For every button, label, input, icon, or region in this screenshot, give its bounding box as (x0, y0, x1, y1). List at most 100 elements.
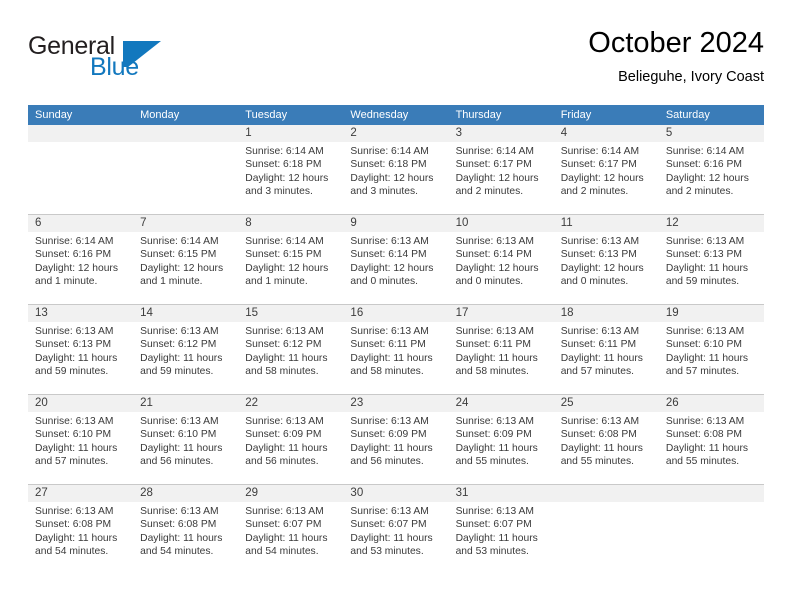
sunset-text: Sunset: 6:10 PM (140, 429, 217, 441)
daylight-text: Daylight: 11 hours (140, 352, 223, 364)
day-number: 28 (140, 487, 153, 499)
daylight-text: Daylight: 11 hours (35, 352, 118, 364)
day-cell-19[interactable]: 19 Sunrise: 6:13 AM Sunset: 6:10 PM Dayligh… (658, 305, 764, 394)
day-cell-7[interactable]: 7 Sunrise: 6:14 AM Sunset: 6:15 PM Daylight… (133, 215, 239, 304)
weekday-header-saturday: Saturday (665, 109, 710, 121)
day-detail-lines: Sunrise: 6:13 AM Sunset: 6:10 PM Daylight:… (28, 412, 133, 469)
day-cell-16[interactable]: 16 Sunrise: 6:13 AM Sunset: 6:11 PM Dayligh… (343, 305, 449, 394)
day-cell-1[interactable]: 1 Sunrise: 6:14 AM Sunset: 6:18 PM Daylight… (238, 125, 344, 214)
brand-logo[interactable]: General Blue (28, 32, 228, 90)
weekday-header-row: Sunday Monday Tuesday Wednesday Thursday Frid… (28, 105, 764, 125)
day-cell-23[interactable]: 23 Sunrise: 6:13 AM Sunset: 6:09 PM Dayligh… (343, 395, 449, 484)
day-number-band: 3 (448, 125, 554, 142)
day-cell-31[interactable]: 31 Sunrise: 6:13 AM Sunset: 6:07 PM Dayligh… (448, 485, 554, 575)
day-detail-lines (554, 502, 659, 505)
day-number: 30 (350, 487, 364, 499)
sunset-text: Sunset: 6:08 PM (140, 519, 217, 531)
sunset-text: Sunset: 6:16 PM (665, 159, 742, 171)
daylight-text: Daylight: 11 hours (350, 442, 433, 454)
day-detail-lines: Sunrise: 6:13 AM Sunset: 6:13 PM Daylight:… (554, 232, 659, 289)
daylight-text: Daylight: 11 hours (455, 442, 538, 454)
sunset-text: Sunset: 6:09 PM (350, 429, 427, 441)
day-cell-28[interactable]: 28 Sunrise: 6:13 AM Sunset: 6:08 PM Dayligh… (133, 485, 239, 575)
day-cell-22[interactable]: 22 Sunrise: 6:13 AM Sunset: 6:09 PM Dayligh… (238, 395, 344, 484)
day-detail-lines: Sunrise: 6:13 AM Sunset: 6:13 PM Daylight:… (659, 232, 764, 289)
day-cell-11[interactable]: 11 Sunrise: 6:13 AM Sunset: 6:13 PM Dayligh… (553, 215, 659, 304)
day-detail-lines: Sunrise: 6:14 AM Sunset: 6:18 PM Daylight:… (343, 142, 448, 199)
sunrise-text: Sunrise: 6:13 AM (350, 326, 429, 337)
day-detail-lines: Sunrise: 6:13 AM Sunset: 6:07 PM Daylight:… (343, 502, 448, 559)
day-cell-9[interactable]: 9 Sunrise: 6:13 AM Sunset: 6:14 PM Daylight… (343, 215, 449, 304)
day-number: 12 (665, 217, 679, 229)
day-cell-6[interactable]: 6 Sunrise: 6:14 AM Sunset: 6:16 PM Daylight… (28, 215, 134, 304)
day-cell-14[interactable]: 14 Sunrise: 6:13 AM Sunset: 6:12 PM Dayligh… (133, 305, 239, 394)
daylight-text: and 57 minutes. (35, 456, 109, 468)
sunrise-text: Sunrise: 6:13 AM (35, 416, 114, 427)
day-cell-30[interactable]: 30 Sunrise: 6:13 AM Sunset: 6:07 PM Dayligh… (343, 485, 449, 575)
daylight-text: and 54 minutes. (245, 546, 319, 558)
daylight-text: Daylight: 12 hours (245, 172, 329, 184)
day-number-band: 28 (133, 485, 239, 502)
day-number-band: 22 (238, 395, 344, 412)
sunrise-text: Sunrise: 6:13 AM (350, 506, 429, 517)
sunrise-text: Sunrise: 6:13 AM (245, 326, 324, 337)
day-cell-8[interactable]: 8 Sunrise: 6:14 AM Sunset: 6:15 PM Daylight… (238, 215, 344, 304)
day-number: 18 (560, 307, 574, 319)
day-cell-13[interactable]: 13 Sunrise: 6:13 AM Sunset: 6:13 PM Dayligh… (28, 305, 134, 394)
sunrise-text: Sunrise: 6:13 AM (140, 326, 219, 337)
sunset-text: Sunset: 6:07 PM (245, 519, 322, 531)
day-number-band: 7 (133, 215, 239, 232)
daylight-text: Daylight: 12 hours (455, 262, 539, 274)
day-cell-27[interactable]: 27 Sunrise: 6:13 AM Sunset: 6:08 PM Dayligh… (28, 485, 134, 575)
day-cell-18[interactable]: 18 Sunrise: 6:13 AM Sunset: 6:11 PM Dayligh… (553, 305, 659, 394)
day-cell-17[interactable]: 17 Sunrise: 6:13 AM Sunset: 6:11 PM Dayligh… (448, 305, 554, 394)
weekday-header-wednesday: Wednesday (350, 109, 409, 121)
day-number-band: 17 (448, 305, 554, 322)
sunset-text: Sunset: 6:17 PM (560, 159, 637, 171)
daylight-text: Daylight: 11 hours (665, 262, 749, 274)
sunset-text: Sunset: 6:13 PM (560, 249, 637, 261)
day-detail-lines: Sunrise: 6:13 AM Sunset: 6:11 PM Daylight:… (343, 322, 448, 379)
day-cell-24[interactable]: 24 Sunrise: 6:13 AM Sunset: 6:09 PM Dayligh… (448, 395, 554, 484)
day-number: 8 (245, 217, 252, 229)
day-cell-15[interactable]: 15 Sunrise: 6:13 AM Sunset: 6:12 PM Dayligh… (238, 305, 344, 394)
sunrise-text: Sunrise: 6:13 AM (140, 416, 219, 427)
day-cell-21[interactable]: 21 Sunrise: 6:13 AM Sunset: 6:10 PM Dayligh… (133, 395, 239, 484)
daylight-text: Daylight: 11 hours (665, 442, 749, 454)
day-number: 10 (455, 217, 469, 229)
day-number-band: 27 (28, 485, 134, 502)
day-number-band: 30 (343, 485, 449, 502)
day-detail-lines: Sunrise: 6:14 AM Sunset: 6:15 PM Daylight:… (238, 232, 343, 289)
day-cell-4[interactable]: 4 Sunrise: 6:14 AM Sunset: 6:17 PM Daylight… (553, 125, 659, 214)
sunrise-text: Sunrise: 6:13 AM (665, 326, 745, 337)
day-number-band: 18 (553, 305, 659, 322)
day-cell-29[interactable]: 29 Sunrise: 6:13 AM Sunset: 6:07 PM Dayligh… (238, 485, 344, 575)
daylight-text: and 1 minute. (245, 276, 308, 288)
daylight-text: and 58 minutes. (350, 366, 424, 378)
day-cell-5[interactable]: 5 Sunrise: 6:14 AM Sunset: 6:16 PM Daylight… (658, 125, 764, 214)
day-cell-20[interactable]: 20 Sunrise: 6:13 AM Sunset: 6:10 PM Dayligh… (28, 395, 134, 484)
day-cell-25[interactable]: 25 Sunrise: 6:13 AM Sunset: 6:08 PM Dayligh… (553, 395, 659, 484)
day-number: 9 (350, 217, 357, 229)
day-cell-empty (553, 485, 659, 575)
daylight-text: Daylight: 11 hours (245, 352, 328, 364)
daylight-text: Daylight: 12 hours (560, 172, 644, 184)
daylight-text: Daylight: 11 hours (350, 532, 433, 544)
day-detail-lines: Sunrise: 6:13 AM Sunset: 6:09 PM Daylight:… (449, 412, 554, 469)
day-cell-10[interactable]: 10 Sunrise: 6:13 AM Sunset: 6:14 PM Dayligh… (448, 215, 554, 304)
day-number-band (658, 485, 764, 502)
daylight-text: and 0 minutes. (455, 276, 524, 288)
daylight-text: and 59 minutes. (665, 276, 740, 288)
sunrise-text: Sunrise: 6:13 AM (350, 236, 429, 247)
day-detail-lines: Sunrise: 6:13 AM Sunset: 6:14 PM Daylight:… (449, 232, 554, 289)
day-number: 14 (140, 307, 153, 319)
sunrise-text: Sunrise: 6:13 AM (245, 416, 324, 427)
day-number-band: 29 (238, 485, 344, 502)
day-cell-2[interactable]: 2 Sunrise: 6:14 AM Sunset: 6:18 PM Daylight… (343, 125, 449, 214)
day-number: 20 (35, 397, 48, 409)
day-cell-3[interactable]: 3 Sunrise: 6:14 AM Sunset: 6:17 PM Daylight… (448, 125, 554, 214)
day-cell-12[interactable]: 12 Sunrise: 6:13 AM Sunset: 6:13 PM Dayligh… (658, 215, 764, 304)
day-cell-26[interactable]: 26 Sunrise: 6:13 AM Sunset: 6:08 PM Dayligh… (658, 395, 764, 484)
sunrise-text: Sunrise: 6:14 AM (455, 146, 534, 157)
daylight-text: Daylight: 12 hours (350, 262, 434, 274)
